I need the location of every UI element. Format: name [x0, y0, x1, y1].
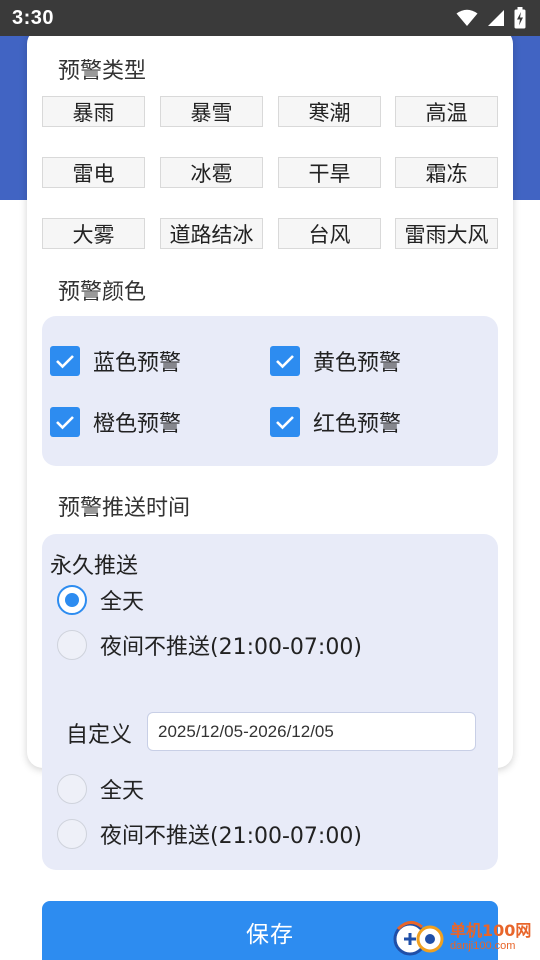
custom-date-range-input[interactable]: 2025/12/05-2026/12/05 [147, 712, 476, 751]
type-chip-thunder-gale[interactable]: 雷雨大风 [395, 218, 498, 249]
type-chip-drought[interactable]: 干旱 [278, 157, 381, 188]
color-option-label: 橙色预警 [93, 412, 182, 437]
type-chip-snowstorm[interactable]: 暴雪 [160, 96, 263, 127]
color-option-red[interactable]: 红色预警 [270, 406, 401, 438]
type-chip-rainstorm[interactable]: 暴雨 [42, 96, 145, 127]
color-option-label: 黄色预警 [313, 351, 402, 376]
permanent-push-label: 永久推送 [50, 554, 139, 579]
warning-color-title: 预警颜色 [58, 280, 147, 305]
watermark-logo-icon [393, 921, 444, 956]
radio-unselected-icon[interactable] [57, 774, 87, 804]
checkbox-checked-icon[interactable] [270, 346, 300, 376]
radio-selected-icon[interactable] [57, 585, 87, 615]
permanent-no-night-option[interactable]: 夜间不推送(21:00-07:00) [57, 629, 362, 661]
watermark-title: 单机100网 [450, 920, 532, 940]
color-option-label: 蓝色预警 [93, 351, 182, 376]
type-chip-typhoon[interactable]: 台风 [278, 218, 381, 249]
watermark-url: danji100.com [450, 939, 516, 952]
checkbox-checked-icon[interactable] [50, 407, 80, 437]
custom-all-day-option[interactable]: 全天 [57, 773, 144, 805]
battery-charging-icon [514, 7, 526, 29]
type-chip-thunder[interactable]: 雷电 [42, 157, 145, 188]
type-chip-cold-wave[interactable]: 寒潮 [278, 96, 381, 127]
status-time: 3:30 [12, 6, 55, 29]
radio-option-label: 全天 [100, 779, 145, 804]
type-chip-frost[interactable]: 霜冻 [395, 157, 498, 188]
radio-unselected-icon[interactable] [57, 630, 87, 660]
screen: 3:30 预警类型 暴雨 暴雪 寒潮 高温 雷电 冰雹 干旱 霜冻 大雾 道路结… [0, 0, 540, 960]
permanent-all-day-option[interactable]: 全天 [57, 584, 144, 616]
push-time-title: 预警推送时间 [58, 496, 191, 521]
color-option-yellow[interactable]: 黄色预警 [270, 345, 401, 377]
wifi-icon [456, 9, 478, 26]
radio-unselected-icon[interactable] [57, 819, 87, 849]
color-option-orange[interactable]: 橙色预警 [50, 406, 181, 438]
checkbox-checked-icon[interactable] [270, 407, 300, 437]
type-chip-road-icing[interactable]: 道路结冰 [160, 218, 263, 249]
radio-option-label: 夜间不推送(21:00-07:00) [100, 824, 362, 849]
radio-option-label: 夜间不推送(21:00-07:00) [100, 635, 362, 660]
checkbox-checked-icon[interactable] [50, 346, 80, 376]
warning-type-title: 预警类型 [58, 59, 147, 84]
status-icons [456, 7, 526, 29]
custom-no-night-option[interactable]: 夜间不推送(21:00-07:00) [57, 818, 362, 850]
status-bar: 3:30 [0, 0, 540, 36]
site-watermark: 单机100网 danji100.com [390, 914, 540, 960]
color-option-blue[interactable]: 蓝色预警 [50, 345, 181, 377]
type-chip-fog[interactable]: 大雾 [42, 218, 145, 249]
warning-color-panel [42, 316, 498, 466]
signal-icon [488, 10, 504, 26]
custom-push-label: 自定义 [66, 723, 133, 748]
color-option-label: 红色预警 [313, 412, 402, 437]
type-chip-heat[interactable]: 高温 [395, 96, 498, 127]
radio-option-label: 全天 [100, 590, 145, 615]
type-chip-hail[interactable]: 冰雹 [160, 157, 263, 188]
